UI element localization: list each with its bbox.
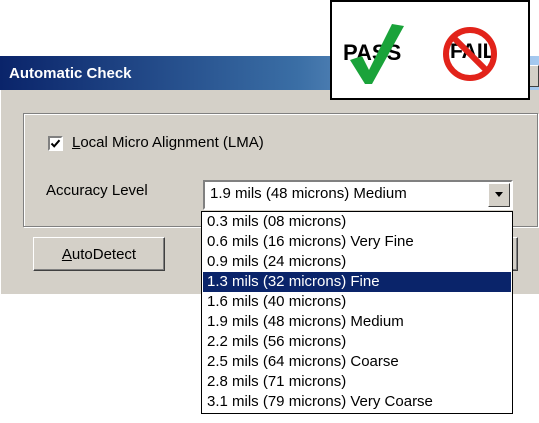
checkmark-icon (50, 139, 61, 148)
autodetect-underlined-char: A (61, 245, 72, 263)
chevron-down-icon (495, 192, 503, 197)
dropdown-option[interactable]: 2.5 mils (64 microns) Coarse (203, 352, 511, 372)
prohibited-icon (443, 27, 497, 81)
accuracy-level-selected-value[interactable]: 1.9 mils (48 microns) Medium (210, 185, 407, 202)
window-title: Automatic Check (9, 65, 132, 82)
green-check-icon (350, 24, 404, 84)
dropdown-option[interactable]: 0.6 mils (16 microns) Very Fine (203, 232, 511, 252)
dropdown-option[interactable]: 1.3 mils (32 microns) Fine (203, 272, 511, 292)
dropdown-option[interactable]: 2.2 mils (56 microns) (203, 332, 511, 352)
dropdown-option[interactable]: 0.9 mils (24 microns) (203, 252, 511, 272)
dropdown-option[interactable]: 2.8 mils (71 microns) (203, 372, 511, 392)
dropdown-option[interactable]: 3.1 mils (79 microns) Very Coarse (203, 392, 511, 412)
dropdown-option[interactable]: 0.3 mils (08 microns) (203, 212, 511, 232)
accuracy-level-label: Accuracy Level (46, 182, 148, 199)
lma-label-rest: ocal Micro Alignment (LMA) (80, 134, 264, 151)
lma-checkbox[interactable] (48, 136, 63, 151)
dropdown-option[interactable]: 1.6 mils (40 microns) (203, 292, 511, 312)
autodetect-button[interactable]: AutoDetect (33, 237, 165, 271)
dropdown-arrow-button[interactable] (488, 183, 510, 207)
lma-label[interactable]: Local Micro Alignment (LMA) (72, 134, 264, 151)
autodetect-label-rest: utoDetect (71, 245, 137, 263)
dropdown-option[interactable]: 1.9 mils (48 microns) Medium (203, 312, 511, 332)
